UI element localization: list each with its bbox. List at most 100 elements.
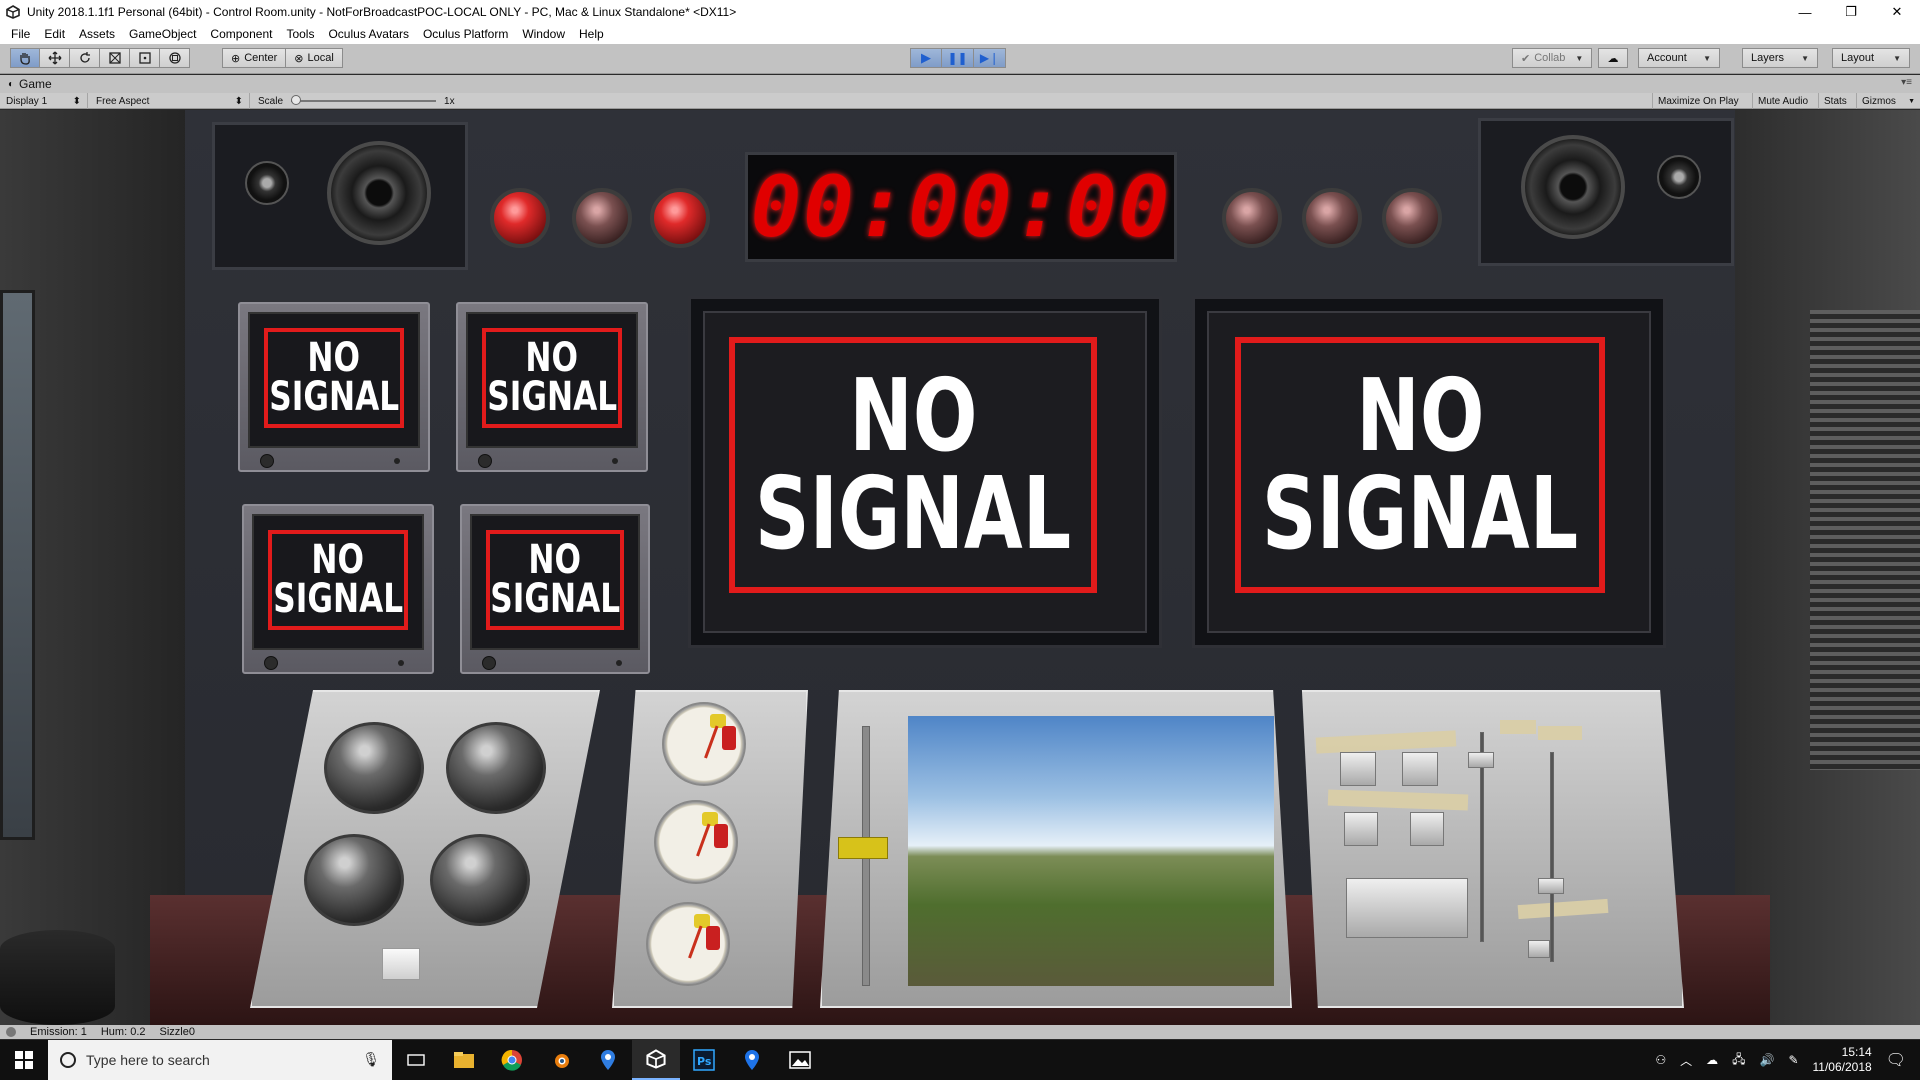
big-round-button[interactable]: [324, 722, 424, 814]
taskbar-search[interactable]: Type here to search 🎙: [48, 1040, 392, 1080]
video-panel: [820, 690, 1292, 1008]
collab-group: ✔ Collab ▼: [1512, 48, 1593, 68]
rect-tool-icon[interactable]: [130, 48, 160, 68]
photoshop-icon[interactable]: Ps: [680, 1040, 728, 1080]
fader-knob[interactable]: [1538, 878, 1564, 894]
photos-icon[interactable]: [776, 1040, 824, 1080]
fader-knob[interactable]: [838, 837, 888, 860]
blender-icon[interactable]: [536, 1040, 584, 1080]
location-icon[interactable]: [728, 1040, 776, 1080]
small-monitor-1[interactable]: NO SIGNAL: [238, 302, 430, 472]
aspect-dropdown[interactable]: Free Aspect ⬍: [90, 93, 250, 109]
scale-slider-thumb[interactable]: [291, 95, 302, 105]
toggle-switch[interactable]: [1410, 812, 1444, 846]
no-signal-line2: SIGNAL: [1261, 455, 1579, 572]
pivot-center-button[interactable]: ⊕ Center: [222, 48, 287, 68]
start-button[interactable]: [0, 1040, 48, 1080]
display-dropdown[interactable]: Display 1 ⬍: [0, 93, 88, 109]
menu-window[interactable]: Window: [515, 27, 572, 41]
menu-assets[interactable]: Assets: [72, 27, 122, 41]
toggle-switch[interactable]: [1344, 812, 1378, 846]
small-monitor-3[interactable]: NO SIGNAL: [242, 504, 434, 674]
white-toggle-block[interactable]: [382, 948, 420, 980]
taskbar-clock[interactable]: 15:14 11/06/2018: [1813, 1045, 1872, 1075]
large-monitor-right[interactable]: NO SIGNAL: [1192, 296, 1666, 648]
pen-icon[interactable]: ✎: [1788, 1053, 1798, 1067]
menu-help[interactable]: Help: [572, 27, 611, 41]
monitor-knob[interactable]: [478, 454, 492, 468]
space-label: Local: [307, 52, 334, 64]
task-view-icon[interactable]: [392, 1040, 440, 1080]
maximize-button[interactable]: ❐: [1828, 0, 1874, 24]
big-round-button[interactable]: [304, 834, 404, 926]
pivot-label: Center: [244, 52, 278, 64]
toggle-switch[interactable]: [1340, 752, 1376, 786]
large-push-button[interactable]: [1346, 878, 1468, 938]
volume-icon[interactable]: 🔊: [1760, 1053, 1775, 1067]
layout-dropdown[interactable]: Layout ▼: [1832, 48, 1910, 68]
transform-tool-icon[interactable]: [160, 48, 190, 68]
mute-audio-toggle[interactable]: Mute Audio: [1752, 93, 1813, 109]
menu-tools[interactable]: Tools: [279, 27, 321, 41]
gizmos-label: Gizmos: [1862, 95, 1896, 107]
layers-label: Layers: [1751, 52, 1785, 64]
account-label: Account: [1647, 52, 1687, 64]
big-round-button[interactable]: [446, 722, 546, 814]
small-switch[interactable]: [1528, 940, 1550, 958]
menu-component[interactable]: Component: [203, 27, 279, 41]
play-button[interactable]: ▶: [910, 48, 942, 68]
large-monitor-left[interactable]: NO SIGNAL: [688, 296, 1162, 648]
notifications-icon[interactable]: 🗨: [1886, 1050, 1906, 1070]
menu-file[interactable]: File: [4, 27, 37, 41]
rotate-tool-icon[interactable]: [70, 48, 100, 68]
toggle-switch[interactable]: [1402, 752, 1438, 786]
minimize-button[interactable]: —: [1782, 0, 1828, 24]
monitor-knob[interactable]: [260, 454, 274, 468]
game-tab[interactable]: ◐ Game ▾≡: [0, 75, 1920, 93]
menu-oculus-platform[interactable]: Oculus Platform: [416, 27, 515, 41]
network-icon[interactable]: 🖧: [1732, 1050, 1745, 1071]
microphone-icon[interactable]: 🎙: [362, 1051, 380, 1068]
scale-label: Scale: [258, 95, 284, 107]
cloud-button[interactable]: ☁: [1598, 48, 1628, 68]
monitor-knob[interactable]: [264, 656, 278, 670]
account-group: Account ▼: [1638, 48, 1720, 68]
close-button[interactable]: ✕: [1874, 0, 1920, 24]
scale-slider[interactable]: [291, 95, 437, 105]
menu-gameobject[interactable]: GameObject: [122, 27, 203, 41]
menu-oculus-avatars[interactable]: Oculus Avatars: [321, 27, 415, 41]
status-emission: Emission: 1: [30, 1026, 87, 1038]
small-monitor-2[interactable]: NO SIGNAL: [456, 302, 648, 472]
maximize-on-play-toggle[interactable]: Maximize On Play: [1652, 93, 1744, 109]
chevron-up-icon[interactable]: ︿: [1680, 1052, 1692, 1069]
maps-icon[interactable]: [584, 1040, 632, 1080]
game-viewport[interactable]: 00:00:00 NO SIGNAL NO SIGNAL NO SIGNAL N…: [0, 110, 1920, 1025]
step-button[interactable]: ▶❘: [974, 48, 1006, 68]
fader-knob[interactable]: [1468, 752, 1494, 768]
layers-dropdown[interactable]: Layers ▼: [1742, 48, 1818, 68]
big-round-button[interactable]: [430, 834, 530, 926]
stats-toggle[interactable]: Stats: [1818, 93, 1852, 109]
fader-track[interactable]: [1550, 752, 1554, 962]
account-dropdown[interactable]: Account ▼: [1638, 48, 1720, 68]
space-local-button[interactable]: ⊗ Local: [286, 48, 343, 68]
cortana-circle-icon: [60, 1052, 76, 1068]
people-icon[interactable]: ⚇: [1655, 1053, 1666, 1067]
scale-tool-icon[interactable]: [100, 48, 130, 68]
move-tool-icon[interactable]: [40, 48, 70, 68]
menu-edit[interactable]: Edit: [37, 27, 72, 41]
chrome-icon[interactable]: [488, 1040, 536, 1080]
hand-tool-icon[interactable]: [10, 48, 40, 68]
panel-menu-icon[interactable]: ▾≡: [1901, 77, 1912, 88]
unity-icon[interactable]: [632, 1040, 680, 1080]
monitor-knob[interactable]: [482, 656, 496, 670]
small-monitor-4[interactable]: NO SIGNAL: [460, 504, 650, 674]
switch-panel: [1301, 690, 1684, 1008]
collab-button[interactable]: ✔ Collab ▼: [1512, 48, 1593, 68]
file-explorer-icon[interactable]: [440, 1040, 488, 1080]
gizmos-dropdown[interactable]: Gizmos ▼: [1856, 93, 1920, 109]
cloud-group: ☁: [1598, 48, 1628, 68]
onedrive-cloud-icon[interactable]: ☁: [1706, 1053, 1718, 1067]
no-signal-frame: NO SIGNAL: [264, 328, 404, 428]
pause-button[interactable]: ❚❚: [942, 48, 974, 68]
